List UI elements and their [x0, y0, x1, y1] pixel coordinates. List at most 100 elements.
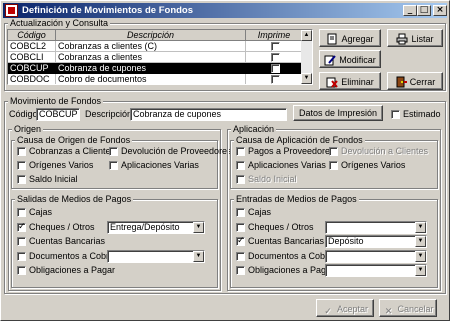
codigo-field[interactable]: COBCUP	[36, 108, 80, 121]
salidas-option-check[interactable]	[17, 222, 26, 233]
aplicacion-causa-option[interactable]: Devolución a Clientes	[329, 146, 428, 157]
salidas-option-label: Documentos a Cobrar	[29, 250, 118, 261]
salidas-select[interactable]: Entrega/Depósito ▼	[107, 220, 205, 234]
cancelar-button[interactable]: ✕ Cancelar	[379, 299, 437, 317]
maximize-button[interactable]: □	[417, 5, 431, 16]
origen-causa-option-check[interactable]	[109, 147, 118, 157]
entradas-option[interactable]: Cajas	[236, 207, 271, 218]
entradas-select[interactable]: Depósito ▼	[325, 235, 427, 248]
entradas-option[interactable]: Cuentas Bancarias	[236, 236, 324, 247]
window-title: Definición de Movimientos de Fondos	[22, 5, 194, 16]
aplicacion-causa-option-check[interactable]	[236, 147, 245, 157]
datos-impresion-button[interactable]: Datos de Impresión	[293, 105, 383, 121]
cell-imprime	[246, 52, 303, 63]
causa-aplicacion-label: Causa de Aplicación de Fondos	[234, 135, 365, 145]
table-scrollbar[interactable]: ▲ ▼	[301, 30, 312, 84]
scroll-up-icon[interactable]: ▲	[301, 30, 312, 41]
aplicacion-causa-option-label: Aplicaciones Varias	[248, 160, 326, 171]
entradas-option[interactable]: Documentos a Cobrar	[236, 251, 336, 262]
aplicacion-causa-option[interactable]: Saldo Inicial	[236, 174, 297, 185]
close-button[interactable]: ×	[433, 5, 447, 16]
imprime-checkbox[interactable]	[270, 64, 280, 73]
salidas-option[interactable]: Documentos a Cobrar	[17, 251, 117, 262]
cell-codigo: COBCL2	[8, 41, 56, 52]
entradas-option-check[interactable]	[236, 208, 245, 218]
entradas-option-check[interactable]	[236, 251, 245, 261]
origen-causa-option-check[interactable]	[17, 161, 26, 171]
imprime-checkbox[interactable]	[270, 53, 280, 62]
imprime-checkbox[interactable]	[270, 75, 280, 84]
salidas-option-label: Cajas	[29, 207, 53, 218]
salidas-option-check[interactable]	[17, 208, 26, 218]
eliminar-button[interactable]: Eliminar	[319, 72, 381, 90]
aplicacion-causa-option-check[interactable]	[236, 175, 245, 185]
agregar-button[interactable]: Agregar	[319, 29, 381, 47]
aplicacion-causa-option[interactable]: Orígenes Varios	[329, 160, 405, 171]
table-row[interactable]: COBDOC Cobro de documentos	[8, 74, 312, 84]
column-header-descripcion[interactable]: Descripción	[56, 30, 246, 41]
column-header-codigo[interactable]: Código	[8, 30, 56, 41]
origen-causa-option-label: Devolución de Proveedores	[121, 146, 232, 157]
aplicacion-causa-option[interactable]: Aplicaciones Varias	[236, 160, 326, 171]
aplicacion-causa-option-check[interactable]	[329, 161, 338, 171]
chevron-down-icon[interactable]: ▼	[415, 221, 426, 233]
scroll-down-icon[interactable]: ▼	[301, 73, 312, 84]
salidas-option[interactable]: Cajas	[17, 207, 52, 218]
salidas-option[interactable]: Cuentas Bancarias	[17, 236, 105, 247]
origen-causa-option-check[interactable]	[17, 175, 26, 185]
column-header-imprime[interactable]: Imprime	[246, 30, 303, 41]
aplicacion-causa-option-label: Pagos a Proveedores	[248, 146, 335, 157]
listar-button[interactable]: Listar	[387, 29, 443, 47]
origen-causa-option[interactable]: Devolución de Proveedores	[109, 146, 232, 157]
estimado-checkbox[interactable]: Estimado	[391, 109, 441, 120]
descripcion-field[interactable]: Cobranza de cupones	[130, 108, 287, 121]
chevron-down-icon[interactable]: ▼	[415, 265, 426, 276]
aplicacion-causa-option-check[interactable]	[236, 161, 245, 171]
cerrar-button[interactable]: Cerrar	[387, 72, 443, 90]
table-row[interactable]: COBCUP Cobranza de cupones	[8, 63, 312, 74]
salidas-option[interactable]: Obligaciones a Pagar	[17, 265, 115, 276]
entradas-option-check[interactable]	[236, 222, 245, 232]
chevron-down-icon[interactable]: ▼	[193, 221, 204, 233]
modificar-button[interactable]: Modificar	[319, 50, 381, 68]
cell-descripcion: Cobranzas a clientes (C)	[56, 41, 246, 52]
aceptar-button[interactable]: ✓ Aceptar	[316, 299, 374, 317]
origen-causa-option[interactable]: Orígenes Varios	[17, 160, 93, 171]
minimize-button[interactable]: _	[403, 5, 417, 16]
aplicacion-causa-option[interactable]: Pagos a Proveedores	[236, 146, 335, 157]
origen-causa-option-check[interactable]	[109, 161, 118, 171]
entradas-option[interactable]: Cheques / Otros	[236, 222, 314, 233]
origen-causa-option[interactable]: Saldo Inicial	[17, 174, 78, 185]
entradas-select[interactable]: ▼	[325, 264, 427, 277]
cross-icon: ✕	[384, 306, 393, 317]
origen-causa-option-check[interactable]	[17, 147, 26, 157]
origen-causa-option[interactable]: Cobranzas a Clientes	[17, 146, 115, 157]
entradas-option-check[interactable]	[236, 266, 245, 276]
entradas-option[interactable]: Obligaciones a Pagar	[236, 265, 334, 276]
exit-door-icon	[395, 76, 407, 88]
chevron-down-icon[interactable]: ▼	[415, 236, 426, 247]
chevron-down-icon[interactable]: ▼	[415, 250, 426, 262]
entradas-select[interactable]: ▼	[325, 220, 427, 234]
salidas-option[interactable]: Cheques / Otros	[17, 222, 95, 233]
aplicacion-causa-option-check[interactable]	[329, 147, 338, 157]
agregar-label: Agregar	[341, 34, 374, 44]
salidas-option-check[interactable]	[17, 237, 26, 247]
origen-causa-option[interactable]: Aplicaciones Varias	[109, 160, 199, 171]
entradas-select[interactable]: ▼	[325, 249, 427, 263]
imprime-checkbox[interactable]	[270, 42, 280, 51]
estimado-check[interactable]	[391, 110, 400, 120]
cell-descripcion: Cobro de documentos	[56, 74, 246, 84]
salidas-option-check[interactable]	[17, 251, 26, 261]
main-window: Definición de Movimientos de Fondos _ □ …	[0, 0, 450, 321]
app-icon	[5, 4, 18, 17]
salidas-select[interactable]: ▼	[107, 249, 205, 263]
table-row[interactable]: COBCLI Cobranzas a clientes	[8, 52, 312, 63]
chevron-down-icon[interactable]: ▼	[193, 250, 204, 262]
entradas-option-check[interactable]	[236, 236, 245, 247]
causa-origen-label: Causa de Origen de Fondos	[15, 135, 133, 145]
entradas-select-value: Depósito	[328, 236, 364, 246]
salidas-option-check[interactable]	[17, 266, 26, 276]
table-row[interactable]: COBCL2 Cobranzas a clientes (C)	[8, 41, 312, 52]
modificar-label: Modificar	[339, 55, 376, 65]
